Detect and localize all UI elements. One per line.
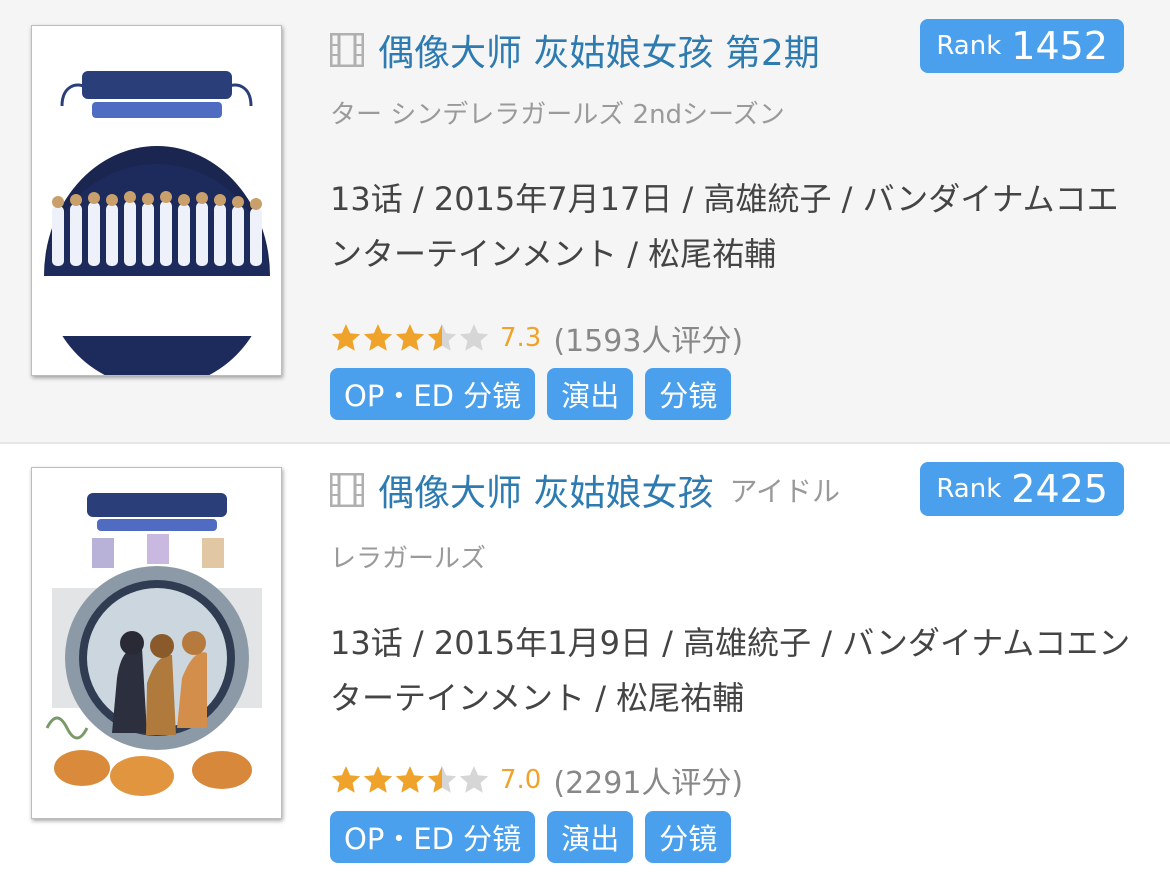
rank-value: 2425 xyxy=(1011,467,1108,511)
rank-label: Rank xyxy=(936,474,1002,504)
rating-row: 7.0 (2291人评分) xyxy=(330,758,743,802)
anime-cover-image xyxy=(32,26,281,375)
star-full-icon xyxy=(395,324,425,351)
rank-value: 1452 xyxy=(1011,24,1108,68)
star-full-icon xyxy=(331,324,361,351)
rating-count: (2291人评分) xyxy=(553,766,744,801)
subject-info: 13话 / 2015年1月9日 / 高雄統子 / バンダイナムコエンターテインメ… xyxy=(330,624,1131,717)
subject-list-item[interactable]: 偶像大师 灰姑娘女孩 第2期 Rank 1452 ター シンデレラガールズ 2n… xyxy=(0,0,1170,444)
subject-info: 13话 / 2015年7月17日 / 高雄統子 / バンダイナムコエンターテイン… xyxy=(330,180,1119,273)
subject-list-item[interactable]: 偶像大师 灰姑娘女孩 アイドル Rank 2425 レラガールズ 13话 / 2… xyxy=(0,444,1170,883)
tag-list: OP・ED 分镜 演出 分镜 xyxy=(330,811,743,863)
tag-list: OP・ED 分镜 演出 分镜 xyxy=(330,368,743,420)
original-title-tail: アイドル xyxy=(729,475,841,508)
tag-button[interactable]: 分镜 xyxy=(645,811,732,863)
rating-score: 7.3 xyxy=(500,323,542,353)
rating-score: 7.0 xyxy=(500,765,542,795)
star-rating xyxy=(330,764,490,796)
star-empty-icon xyxy=(459,324,489,351)
rating-count: (1593人评分) xyxy=(553,324,744,359)
rank-label: Rank xyxy=(936,31,1002,61)
star-full-icon xyxy=(395,766,425,793)
star-half-icon xyxy=(427,324,457,351)
tag-button[interactable]: OP・ED 分镜 xyxy=(330,811,536,863)
subject-title-link[interactable]: 偶像大师 灰姑娘女孩 xyxy=(378,466,713,514)
original-title: レラガールズ xyxy=(330,544,487,574)
tag-button[interactable]: 分镜 xyxy=(645,368,732,420)
anime-cover-image xyxy=(32,468,281,818)
tag-button[interactable]: OP・ED 分镜 xyxy=(330,368,536,420)
cover-image[interactable] xyxy=(31,25,282,376)
subject-title-link[interactable]: 偶像大师 灰姑娘女孩 第2期 xyxy=(378,26,820,74)
star-rating xyxy=(330,322,490,354)
cover-image[interactable] xyxy=(31,467,282,819)
star-full-icon xyxy=(363,766,393,793)
film-icon xyxy=(330,33,364,67)
rank-badge: Rank 1452 xyxy=(920,19,1124,73)
star-empty-icon xyxy=(459,766,489,793)
star-full-icon xyxy=(331,766,361,793)
rank-badge: Rank 2425 xyxy=(920,462,1124,516)
star-half-icon xyxy=(427,766,457,793)
tag-button[interactable]: 演出 xyxy=(547,811,634,863)
original-title: ター シンデレラガールズ 2ndシーズン xyxy=(330,100,785,130)
rating-row: 7.3 (1593人评分) xyxy=(330,316,743,360)
film-icon xyxy=(330,473,364,507)
star-full-icon xyxy=(363,324,393,351)
tag-button[interactable]: 演出 xyxy=(547,368,634,420)
